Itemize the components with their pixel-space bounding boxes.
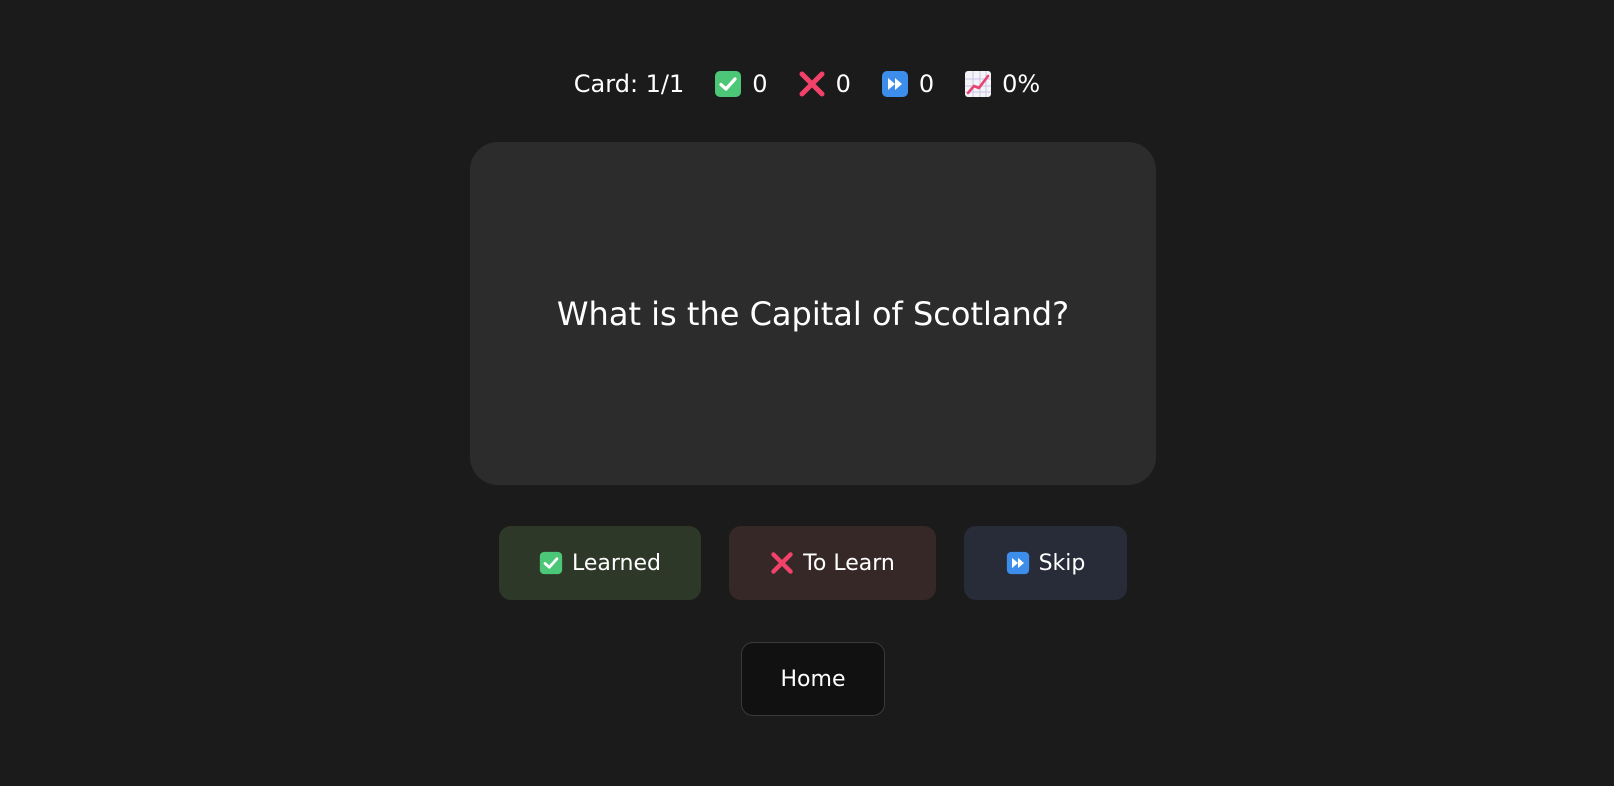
flashcard[interactable]: What is the Capital of Scotland?	[470, 142, 1156, 485]
flashcard-page: Card: 1/1 0 0 0 0% What is the Capital o…	[0, 0, 1614, 786]
chart-increasing-icon	[964, 70, 992, 98]
progress-stat: 0%	[964, 70, 1040, 98]
cross-mark-icon	[798, 70, 826, 98]
check-mark-button-icon	[539, 551, 563, 575]
skipped-stat: 0	[881, 70, 934, 98]
check-mark-button-icon	[714, 70, 742, 98]
fast-forward-icon	[1006, 551, 1030, 575]
to-learn-button-label: To Learn	[803, 550, 895, 576]
learned-button-label: Learned	[572, 550, 661, 576]
fast-forward-icon	[881, 70, 909, 98]
card-counter: Card: 1/1	[574, 70, 684, 98]
stats-bar: Card: 1/1 0 0 0 0%	[0, 62, 1614, 106]
progress-percent: 0%	[1002, 70, 1041, 98]
learned-stat: 0	[714, 70, 768, 98]
cross-mark-icon	[770, 551, 794, 575]
learned-button[interactable]: Learned	[499, 526, 701, 600]
learned-count: 0	[752, 70, 768, 98]
skip-button-label: Skip	[1038, 550, 1086, 576]
home-button[interactable]: Home	[741, 642, 885, 716]
answer-actions: Learned To Learn Skip	[0, 526, 1614, 600]
to-learn-count: 0	[835, 70, 851, 98]
card-question: What is the Capital of Scotland?	[556, 294, 1070, 333]
to-learn-stat: 0	[798, 70, 851, 98]
skip-button[interactable]: Skip	[964, 526, 1127, 600]
home-button-label: Home	[780, 666, 846, 692]
to-learn-button[interactable]: To Learn	[729, 526, 936, 600]
skipped-count: 0	[918, 70, 935, 98]
card-counter-label: Card: 1/1	[573, 70, 685, 98]
